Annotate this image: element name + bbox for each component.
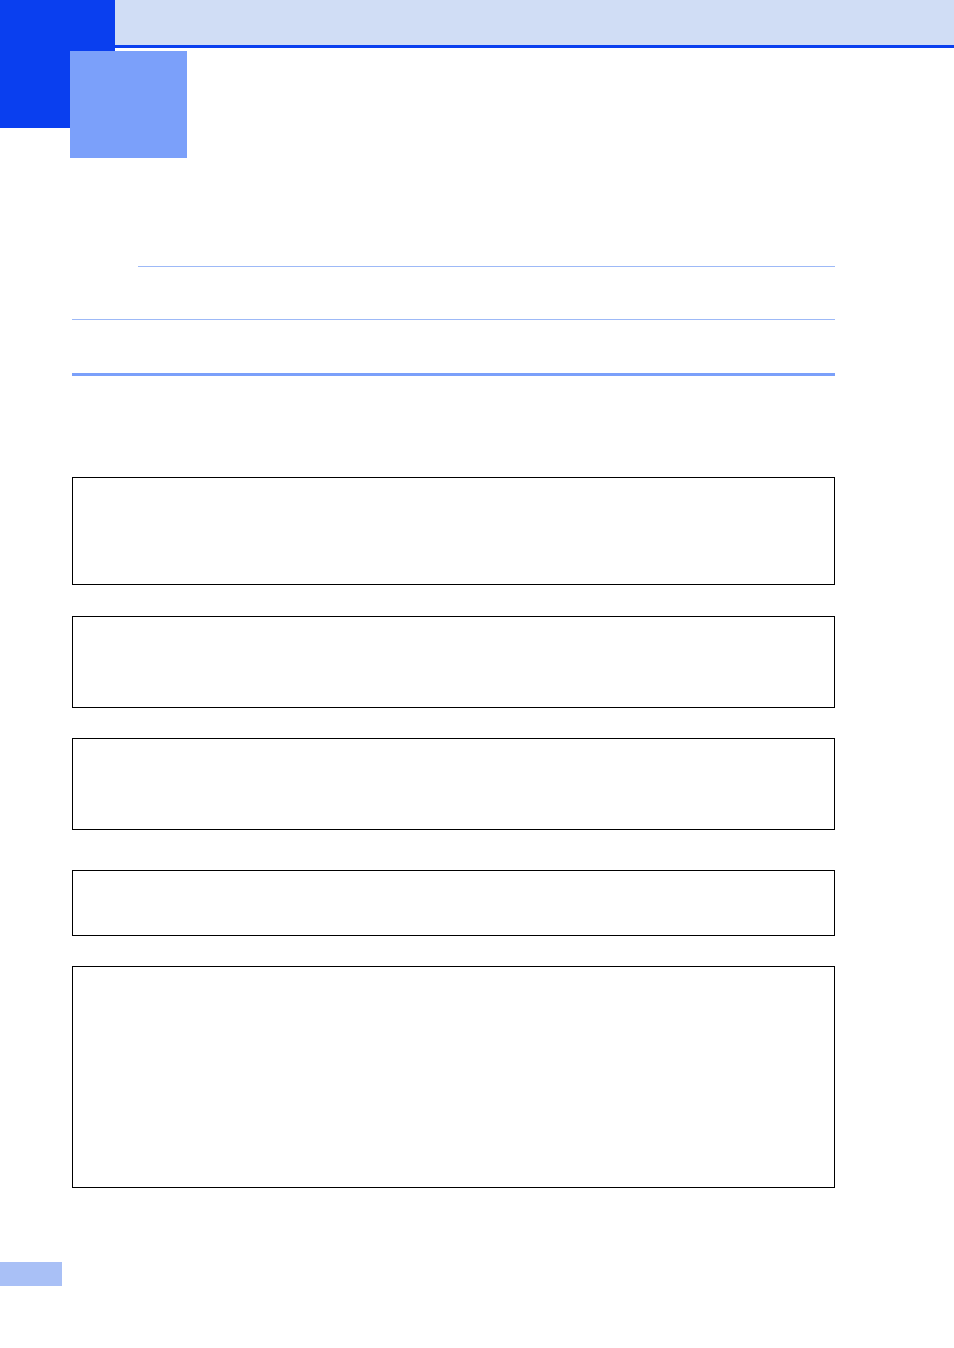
header-block-secondary [70,51,187,158]
divider-line-3 [72,373,835,376]
top-banner [115,0,954,48]
footer-block [0,1262,62,1286]
content-box-1 [72,477,835,585]
content-box-4 [72,870,835,936]
content-box-5 [72,966,835,1188]
content-box-3 [72,738,835,830]
divider-line-1 [138,266,835,267]
divider-line-2 [72,319,835,320]
content-box-2 [72,616,835,708]
